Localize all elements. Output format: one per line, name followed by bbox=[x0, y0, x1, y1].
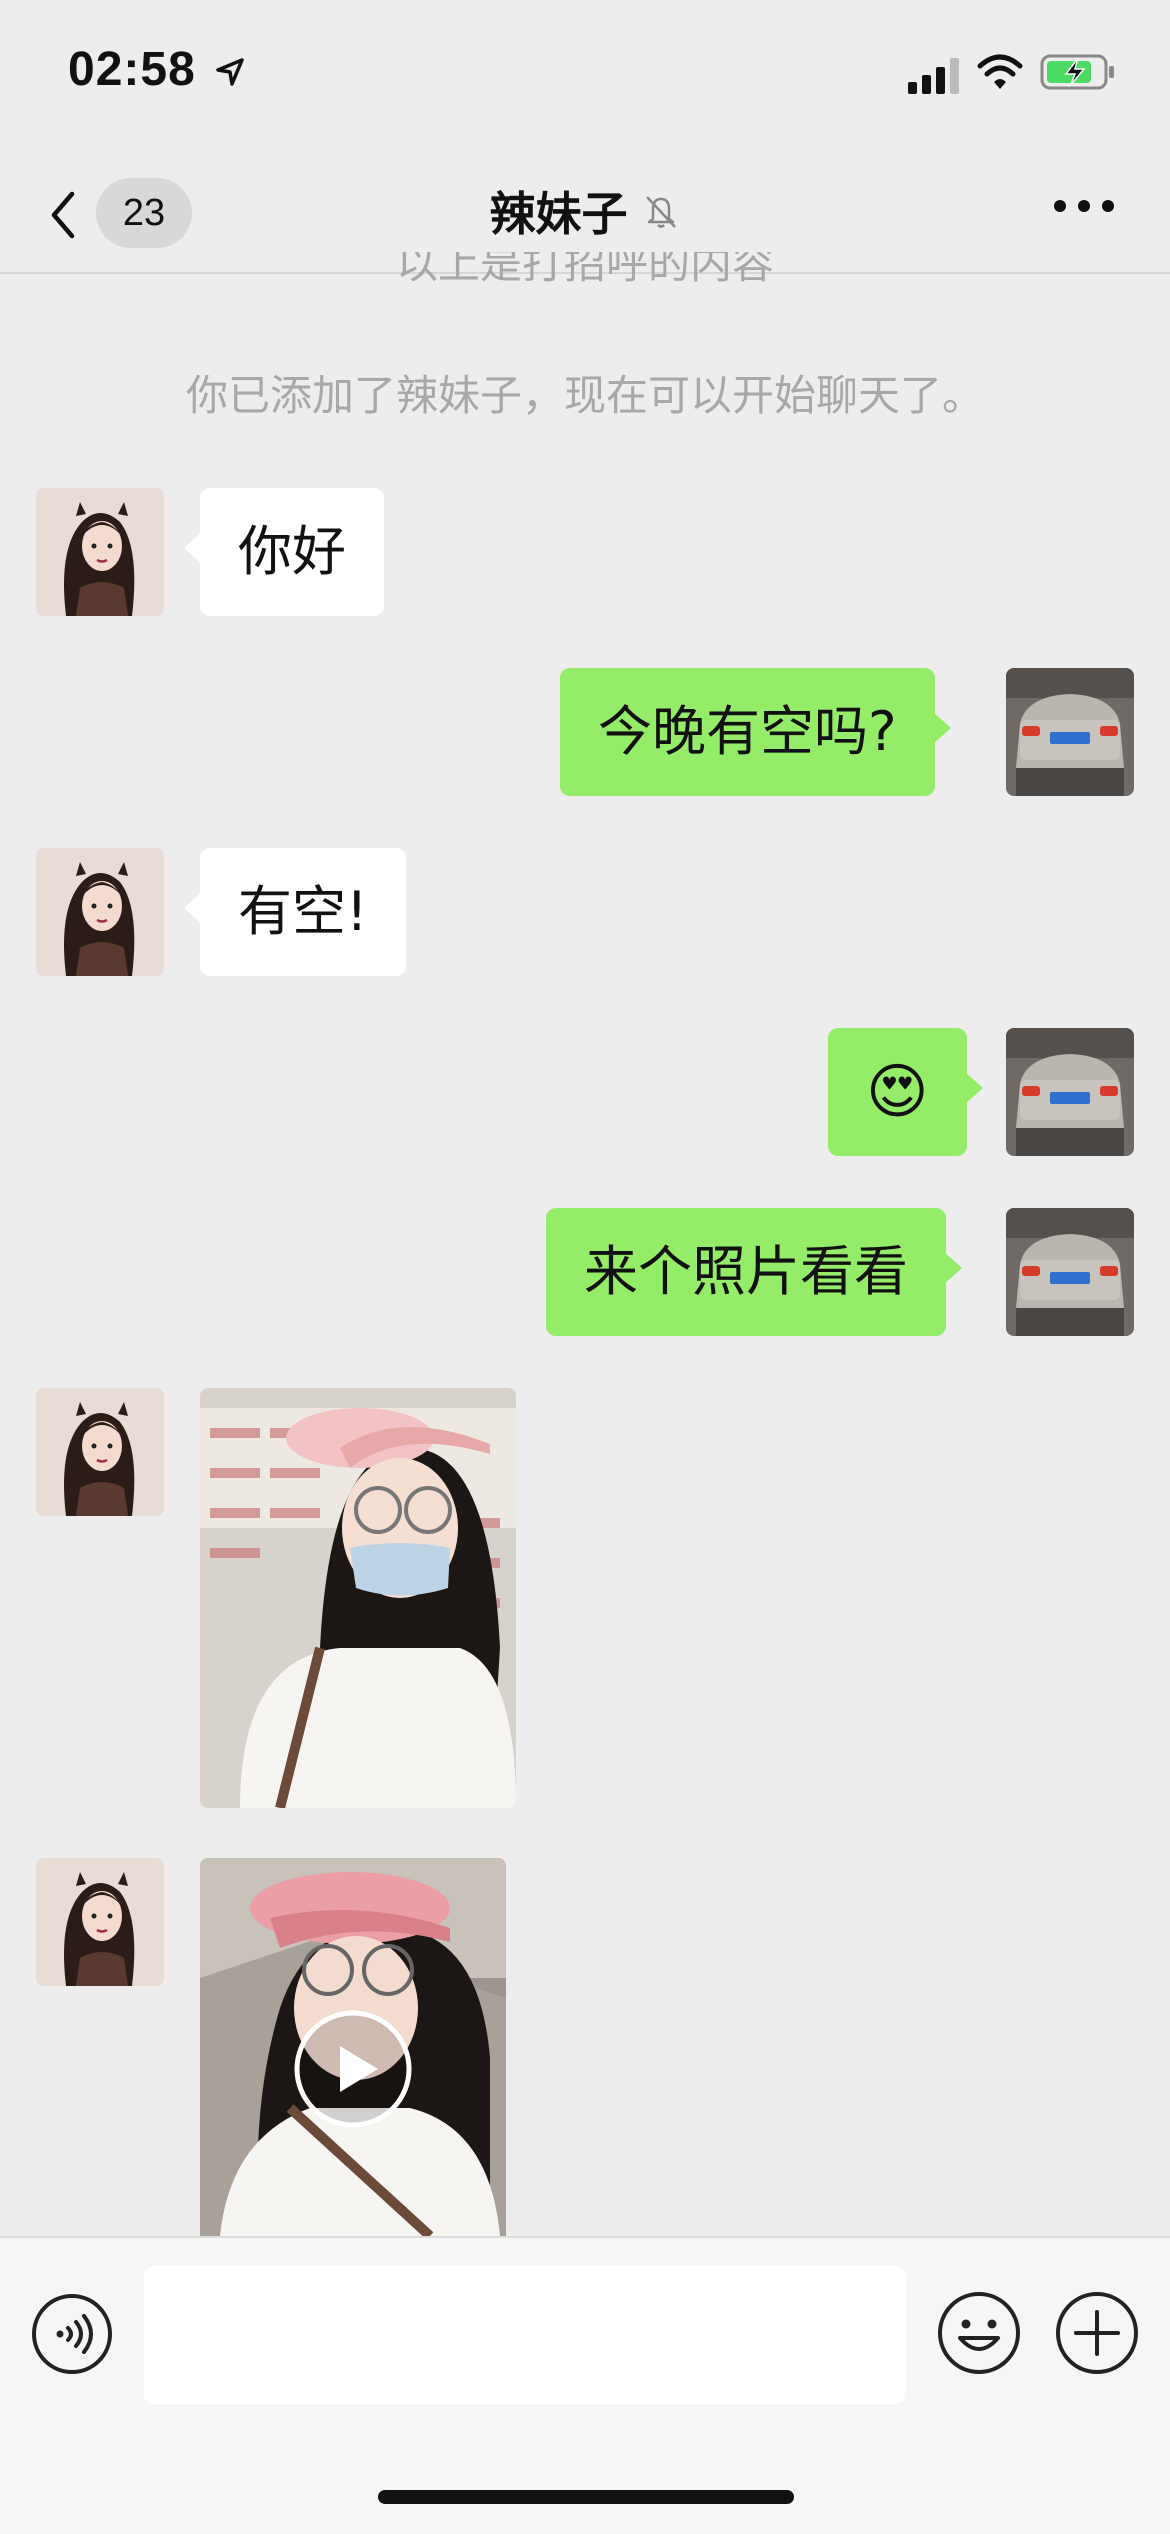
selfie-photo bbox=[200, 1388, 516, 1808]
location-arrow-icon bbox=[216, 58, 244, 86]
play-icon[interactable] bbox=[292, 2008, 414, 2130]
incoming-message-bubble[interactable]: 你好 bbox=[184, 488, 384, 616]
my-avatar[interactable] bbox=[1006, 1208, 1134, 1336]
mute-bell-icon bbox=[645, 196, 676, 228]
status-time: 02:58 bbox=[68, 43, 196, 96]
contact-avatar[interactable] bbox=[36, 488, 164, 616]
my-avatar[interactable] bbox=[1006, 1028, 1134, 1156]
outgoing-emoji-bubble[interactable]: 😍 bbox=[828, 1028, 983, 1156]
friend-added-note: 你已添加了辣妹子，现在可以开始聊天了。 bbox=[185, 371, 984, 420]
video-message[interactable] bbox=[200, 1858, 506, 2236]
emoji-icon[interactable] bbox=[936, 2290, 1022, 2376]
wifi-icon bbox=[977, 54, 1023, 89]
contact-avatar-image bbox=[36, 848, 164, 976]
my-avatar[interactable] bbox=[1006, 668, 1134, 796]
contact-avatar-image bbox=[36, 1388, 164, 1516]
greeting-note-text: 以上是打招呼的内容 bbox=[395, 252, 774, 288]
status-bar: 02:58 bbox=[0, 0, 1170, 150]
chat-title-area: 辣妹子 bbox=[0, 178, 1170, 244]
outgoing-message-bubble[interactable]: 来个照片看看 bbox=[546, 1208, 962, 1336]
contact-avatar-image bbox=[36, 488, 164, 616]
home-indicator[interactable] bbox=[378, 2490, 794, 2504]
my-avatar-image bbox=[1006, 1208, 1134, 1336]
voice-icon[interactable] bbox=[30, 2292, 114, 2376]
contact-avatar[interactable] bbox=[36, 848, 164, 976]
signal-icon bbox=[908, 58, 959, 94]
incoming-message-bubble[interactable]: 有空! bbox=[184, 848, 406, 976]
contact-avatar-image bbox=[36, 1858, 164, 1986]
plus-icon[interactable] bbox=[1054, 2290, 1140, 2376]
more-dots-icon[interactable] bbox=[1052, 194, 1116, 218]
contact-avatar[interactable] bbox=[36, 1858, 164, 1986]
battery-charging-icon bbox=[1040, 54, 1114, 90]
chat-title: 辣妹子 bbox=[489, 187, 628, 241]
outgoing-message-bubble[interactable]: 今晚有空吗? bbox=[560, 668, 951, 796]
greeting-note: 以上是打招呼的内容 bbox=[0, 252, 1170, 300]
contact-avatar[interactable] bbox=[36, 1388, 164, 1516]
message-input[interactable] bbox=[144, 2266, 906, 2404]
my-avatar-image bbox=[1006, 1028, 1134, 1156]
my-avatar-image bbox=[1006, 668, 1134, 796]
image-message[interactable] bbox=[200, 1388, 516, 1808]
